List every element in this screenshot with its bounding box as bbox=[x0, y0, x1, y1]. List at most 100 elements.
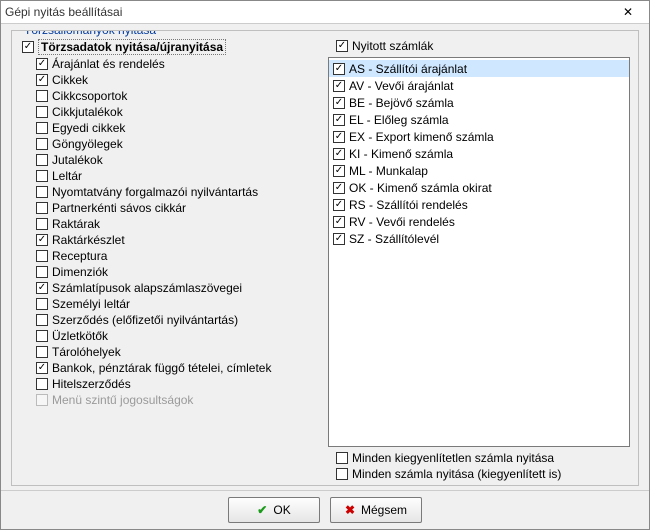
checkbox[interactable] bbox=[36, 314, 48, 326]
left-item[interactable]: Szerződés (előfizetői nyilvántartás) bbox=[36, 313, 322, 327]
checkbox[interactable] bbox=[36, 378, 48, 390]
left-item-label: Jutalékok bbox=[52, 153, 103, 167]
checkbox[interactable] bbox=[333, 63, 345, 75]
list-item[interactable]: AV - Vevői árajánlat bbox=[329, 77, 629, 94]
close-button[interactable]: ✕ bbox=[611, 2, 645, 22]
list-item-label: RS - Szállítói rendelés bbox=[349, 198, 468, 212]
checkbox[interactable] bbox=[36, 106, 48, 118]
checkbox[interactable] bbox=[333, 131, 345, 143]
checkbox[interactable] bbox=[333, 97, 345, 109]
checkbox[interactable] bbox=[333, 199, 345, 211]
checkbox[interactable] bbox=[36, 186, 48, 198]
list-item-label: EX - Export kimenő számla bbox=[349, 130, 494, 144]
left-item[interactable]: Nyomtatvány forgalmazói nyilvántartás bbox=[36, 185, 322, 199]
left-item[interactable]: Partnerkénti sávos cikkár bbox=[36, 201, 322, 215]
left-item[interactable]: Bankok, pénztárak függő tételei, címlete… bbox=[36, 361, 322, 375]
left-item-label: Szerződés (előfizetői nyilvántartás) bbox=[52, 313, 238, 327]
left-item[interactable]: Leltár bbox=[36, 169, 322, 183]
list-item[interactable]: OK - Kimenő számla okirat bbox=[329, 179, 629, 196]
right-header-row[interactable]: Nyitott számlák bbox=[336, 39, 630, 53]
cancel-button[interactable]: ✖ Mégsem bbox=[330, 497, 422, 523]
ok-label: OK bbox=[273, 503, 290, 517]
left-item[interactable]: Dimenziók bbox=[36, 265, 322, 279]
checkbox[interactable] bbox=[36, 218, 48, 230]
checkbox[interactable] bbox=[36, 282, 48, 294]
right-header-label: Nyitott számlák bbox=[352, 39, 433, 53]
left-item[interactable]: Tárolóhelyek bbox=[36, 345, 322, 359]
left-item[interactable]: Jutalékok bbox=[36, 153, 322, 167]
left-item[interactable]: Személyi leltár bbox=[36, 297, 322, 311]
checkbox[interactable] bbox=[333, 165, 345, 177]
checkbox[interactable] bbox=[36, 362, 48, 374]
left-item[interactable]: Cikkcsoportok bbox=[36, 89, 322, 103]
left-item-label: Hitelszerződés bbox=[52, 377, 131, 391]
left-item-label: Cikkjutalékok bbox=[52, 105, 123, 119]
list-item[interactable]: KI - Kimenő számla bbox=[329, 145, 629, 162]
left-item[interactable]: Cikkek bbox=[36, 73, 322, 87]
left-item[interactable]: Számlatípusok alapszámlaszövegei bbox=[36, 281, 322, 295]
left-column: Törzsadatok nyitása/újranyitása Árajánla… bbox=[20, 39, 328, 481]
left-item[interactable]: Raktárak bbox=[36, 217, 322, 231]
bottom-option[interactable]: Minden kiegyenlítetlen számla nyitása bbox=[336, 451, 630, 465]
invoice-listbox[interactable]: AS - Szállítói árajánlatAV - Vevői árajá… bbox=[328, 57, 630, 447]
close-icon: ✕ bbox=[623, 5, 633, 19]
checkbox-master[interactable] bbox=[22, 41, 34, 53]
left-item[interactable]: Hitelszerződés bbox=[36, 377, 322, 391]
bottom-option-label: Minden számla nyitása (kiegyenlített is) bbox=[352, 467, 561, 481]
ok-button[interactable]: ✔ OK bbox=[228, 497, 320, 523]
checkbox[interactable] bbox=[333, 114, 345, 126]
list-item[interactable]: BE - Bejövő számla bbox=[329, 94, 629, 111]
left-item[interactable]: Egyedi cikkek bbox=[36, 121, 322, 135]
list-item-label: OK - Kimenő számla okirat bbox=[349, 181, 492, 195]
checkbox[interactable] bbox=[36, 346, 48, 358]
list-item[interactable]: ML - Munkalap bbox=[329, 162, 629, 179]
checkbox[interactable] bbox=[336, 452, 348, 464]
left-item-label: Üzletkötők bbox=[52, 329, 108, 343]
left-item-label: Tárolóhelyek bbox=[52, 345, 121, 359]
checkbox[interactable] bbox=[36, 234, 48, 246]
checkbox[interactable] bbox=[36, 170, 48, 182]
list-item[interactable]: EL - Előleg számla bbox=[329, 111, 629, 128]
dialog-body: Törzsállományok nyitása Törzsadatok nyit… bbox=[1, 24, 649, 529]
checkbox[interactable] bbox=[36, 330, 48, 342]
checkbox[interactable] bbox=[36, 202, 48, 214]
checkbox-right-header[interactable] bbox=[336, 40, 348, 52]
left-item-label: Bankok, pénztárak függő tételei, címlete… bbox=[52, 361, 271, 375]
left-item: Menü szintű jogosultságok bbox=[36, 393, 322, 407]
list-item[interactable]: AS - Szállítói árajánlat bbox=[329, 60, 629, 77]
checkbox[interactable] bbox=[333, 216, 345, 228]
bottom-option[interactable]: Minden számla nyitása (kiegyenlített is) bbox=[336, 467, 630, 481]
list-item-label: BE - Bejövő számla bbox=[349, 96, 454, 110]
list-item[interactable]: RV - Vevői rendelés bbox=[329, 213, 629, 230]
master-checkbox-row[interactable]: Törzsadatok nyitása/újranyitása bbox=[22, 39, 322, 55]
checkbox[interactable] bbox=[36, 266, 48, 278]
list-item[interactable]: EX - Export kimenő számla bbox=[329, 128, 629, 145]
checkbox[interactable] bbox=[36, 74, 48, 86]
left-item-label: Egyedi cikkek bbox=[52, 121, 125, 135]
checkbox[interactable] bbox=[36, 394, 48, 406]
left-item[interactable]: Üzletkötők bbox=[36, 329, 322, 343]
list-item[interactable]: SZ - Szállítólevél bbox=[329, 230, 629, 247]
checkbox[interactable] bbox=[36, 90, 48, 102]
checkbox[interactable] bbox=[36, 298, 48, 310]
checkbox[interactable] bbox=[36, 138, 48, 150]
checkbox[interactable] bbox=[333, 233, 345, 245]
bottom-options: Minden kiegyenlítetlen számla nyitása Min… bbox=[336, 451, 630, 481]
checkbox[interactable] bbox=[333, 80, 345, 92]
checkbox[interactable] bbox=[333, 182, 345, 194]
left-item[interactable]: Árajánlat és rendelés bbox=[36, 57, 322, 71]
checkbox[interactable] bbox=[36, 122, 48, 134]
left-item[interactable]: Raktárkészlet bbox=[36, 233, 322, 247]
checkbox[interactable] bbox=[36, 58, 48, 70]
checkbox[interactable] bbox=[36, 250, 48, 262]
left-item[interactable]: Cikkjutalékok bbox=[36, 105, 322, 119]
left-item[interactable]: Göngyölegek bbox=[36, 137, 322, 151]
left-item-label: Göngyölegek bbox=[52, 137, 123, 151]
checkbox[interactable] bbox=[336, 468, 348, 480]
window-title: Gépi nyitás beállításai bbox=[5, 5, 611, 19]
left-item-label: Receptura bbox=[52, 249, 107, 263]
list-item[interactable]: RS - Szállítói rendelés bbox=[329, 196, 629, 213]
checkbox[interactable] bbox=[333, 148, 345, 160]
left-item[interactable]: Receptura bbox=[36, 249, 322, 263]
checkbox[interactable] bbox=[36, 154, 48, 166]
